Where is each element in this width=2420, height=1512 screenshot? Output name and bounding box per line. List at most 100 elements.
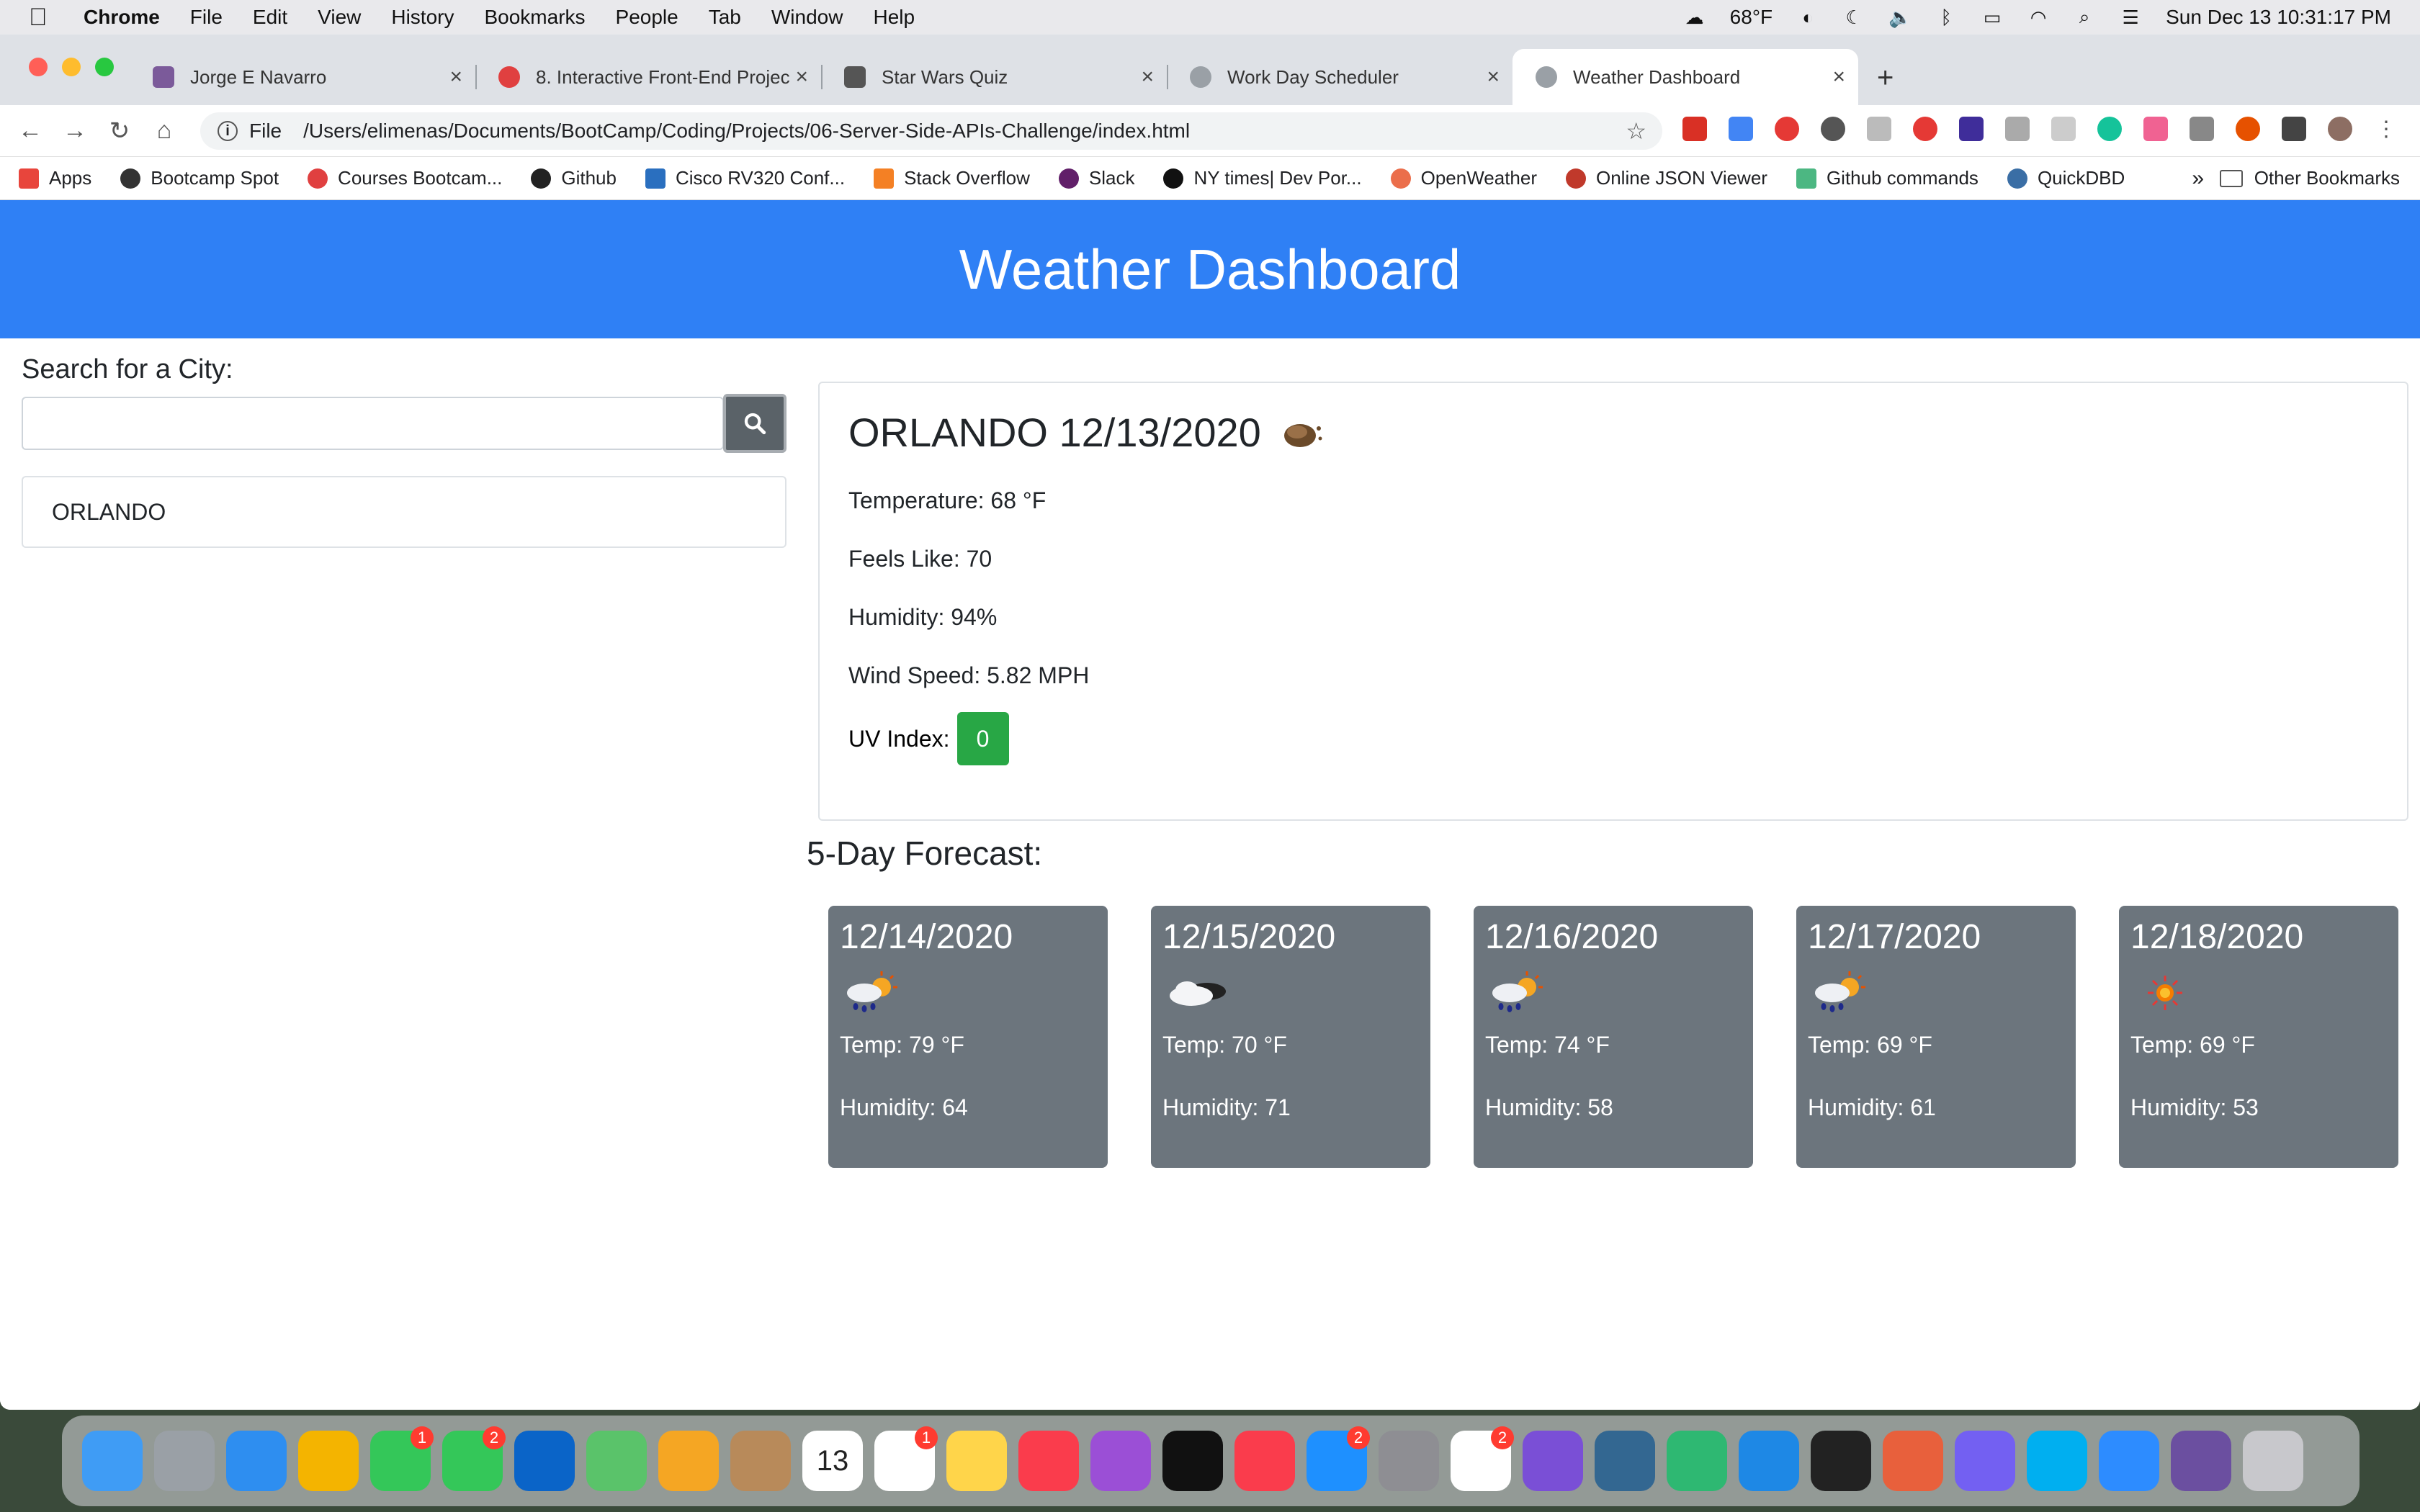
dock-podcasts[interactable] — [1085, 1425, 1157, 1497]
bookmark-item[interactable]: Bootcamp Spot — [120, 167, 279, 189]
tab-interactive-project[interactable]: 8. Interactive Front-End Projec × — [475, 49, 823, 105]
dock-maps[interactable] — [581, 1425, 653, 1497]
dock-tv[interactable] — [1157, 1425, 1229, 1497]
puzzle-icon[interactable] — [2282, 117, 2306, 141]
bookmark-item[interactable]: Github commands — [1796, 167, 1978, 189]
volume-icon[interactable]: 🔈 — [1888, 6, 1912, 28]
dock-contacts[interactable] — [725, 1425, 797, 1497]
dock-trash[interactable] — [2237, 1425, 2309, 1497]
bookmark-item[interactable]: OpenWeather — [1390, 167, 1537, 189]
dock-safari[interactable] — [220, 1425, 292, 1497]
dock-app-store[interactable]: 2 — [1301, 1425, 1373, 1497]
weather-temp[interactable]: 68°F — [1730, 6, 1773, 29]
menu-file[interactable]: File — [190, 6, 223, 29]
forward-arrow-icon[interactable]: → — [60, 117, 89, 145]
more-menu-icon[interactable]: ⋮ — [2374, 117, 2398, 141]
close-icon[interactable]: × — [1832, 65, 1845, 89]
camera-icon[interactable] — [2190, 117, 2214, 141]
zoom-window-button[interactable] — [95, 58, 114, 76]
bookmark-item[interactable]: Apps — [19, 167, 91, 189]
search-button[interactable] — [723, 394, 786, 453]
dock-calendar[interactable]: 13 — [797, 1425, 869, 1497]
bookmark-item[interactable]: Online JSON Viewer — [1566, 167, 1767, 189]
pdf-icon[interactable] — [2051, 117, 2076, 141]
bookmark-item[interactable]: QuickDBD — [2007, 167, 2125, 189]
menu-history[interactable]: History — [391, 6, 454, 29]
battery-icon[interactable]: ▭ — [1981, 6, 2003, 28]
menu-help[interactable]: Help — [873, 6, 915, 29]
dock-photos[interactable] — [653, 1425, 725, 1497]
url-text[interactable]: /Users/elimenas/Documents/BootCamp/Codin… — [303, 120, 1190, 143]
dock-postgres[interactable] — [1589, 1425, 1661, 1497]
moon-icon[interactable]: ☾ — [1843, 6, 1865, 28]
bookmarks-overflow-button[interactable]: » — [2192, 166, 2204, 191]
control-center-icon[interactable]: ☰ — [2120, 6, 2141, 28]
bookmark-item[interactable]: Slack — [1058, 167, 1134, 189]
wifi-icon[interactable]: ◠ — [2027, 6, 2049, 28]
close-icon[interactable]: × — [795, 65, 808, 89]
close-icon[interactable]: × — [449, 65, 462, 89]
video-icon[interactable] — [2143, 117, 2168, 141]
extension-icon[interactable] — [2005, 117, 2030, 141]
dock-chrome[interactable] — [292, 1425, 364, 1497]
bookmark-item[interactable]: Cisco RV320 Conf... — [645, 167, 845, 189]
dock-zoom[interactable] — [2093, 1425, 2165, 1497]
dock-skype[interactable] — [2021, 1425, 2093, 1497]
dock-remote-desktop[interactable] — [1877, 1425, 1949, 1497]
other-bookmarks[interactable]: Other Bookmarks — [2219, 167, 2400, 189]
grammarly-icon[interactable] — [2097, 117, 2122, 141]
extension-icon[interactable] — [1867, 117, 1891, 141]
dock-slack[interactable]: 2 — [1445, 1425, 1517, 1497]
menu-people[interactable]: People — [616, 6, 678, 29]
dock-terminal[interactable] — [1805, 1425, 1877, 1497]
dock-notes[interactable] — [941, 1425, 1013, 1497]
spotlight-icon[interactable]: ⌕ — [2074, 6, 2095, 28]
home-icon[interactable]: ⌂ — [150, 117, 179, 145]
menu-tab[interactable]: Tab — [709, 6, 741, 29]
new-tab-button[interactable]: + — [1877, 62, 1894, 94]
info-icon[interactable]: i — [218, 121, 238, 141]
stop-icon[interactable] — [1775, 117, 1799, 141]
menu-bookmarks[interactable]: Bookmarks — [484, 6, 585, 29]
close-icon[interactable]: × — [1141, 65, 1154, 89]
adblock-icon[interactable] — [1682, 117, 1707, 141]
bluetooth-icon[interactable]: ᛒ — [1935, 6, 1957, 28]
extension-icon[interactable] — [2236, 117, 2260, 141]
tab-work-day-scheduler[interactable]: Work Day Scheduler × — [1167, 49, 1512, 105]
menu-edit[interactable]: Edit — [253, 6, 287, 29]
tab-jorge-navarro[interactable]: Jorge E Navarro × — [130, 49, 477, 105]
contrast-icon[interactable]: ◐ — [1797, 6, 1819, 28]
bookmark-item[interactable]: Github — [531, 167, 617, 189]
avatar[interactable] — [2328, 117, 2352, 141]
dock-github-desktop[interactable] — [1517, 1425, 1589, 1497]
apple-icon[interactable]:  — [29, 4, 58, 32]
tab-star-wars-quiz[interactable]: Star Wars Quiz × — [821, 49, 1168, 105]
dock-reminders[interactable]: 1 — [869, 1425, 941, 1497]
dock-music[interactable] — [1013, 1425, 1085, 1497]
minimize-window-button[interactable] — [62, 58, 81, 76]
address-bar[interactable]: i File /Users/elimenas/Documents/BootCam… — [200, 112, 1662, 150]
city-search-input[interactable] — [22, 397, 724, 450]
close-window-button[interactable] — [29, 58, 48, 76]
bookmark-star-icon[interactable]: ☆ — [1626, 117, 1646, 145]
search-history-item[interactable]: ORLANDO — [22, 476, 786, 548]
dock-launchpad[interactable] — [148, 1425, 220, 1497]
dock-facetime[interactable]: 2 — [436, 1425, 508, 1497]
dock-document[interactable] — [2165, 1425, 2237, 1497]
dock-vscode[interactable] — [1733, 1425, 1805, 1497]
translate-icon[interactable] — [1729, 117, 1753, 141]
menu-window[interactable]: Window — [771, 6, 843, 29]
tab-weather-dashboard[interactable]: Weather Dashboard × — [1512, 49, 1858, 105]
dock-messages[interactable]: 1 — [364, 1425, 436, 1497]
bookmark-item[interactable]: NY times| Dev Por... — [1163, 167, 1362, 189]
dock-system-preferences[interactable] — [1373, 1425, 1445, 1497]
dock-news[interactable] — [1229, 1425, 1301, 1497]
alert-icon[interactable] — [1913, 117, 1937, 141]
cloud-icon[interactable]: ☁ — [1684, 6, 1706, 28]
dock-finder[interactable] — [76, 1425, 148, 1497]
dock-cycle-app[interactable] — [1661, 1425, 1733, 1497]
menu-app-name[interactable]: Chrome — [84, 6, 160, 29]
close-icon[interactable]: × — [1487, 65, 1500, 89]
extension-icon[interactable] — [1821, 117, 1845, 141]
menu-clock[interactable]: Sun Dec 13 10:31:17 PM — [2166, 6, 2391, 29]
